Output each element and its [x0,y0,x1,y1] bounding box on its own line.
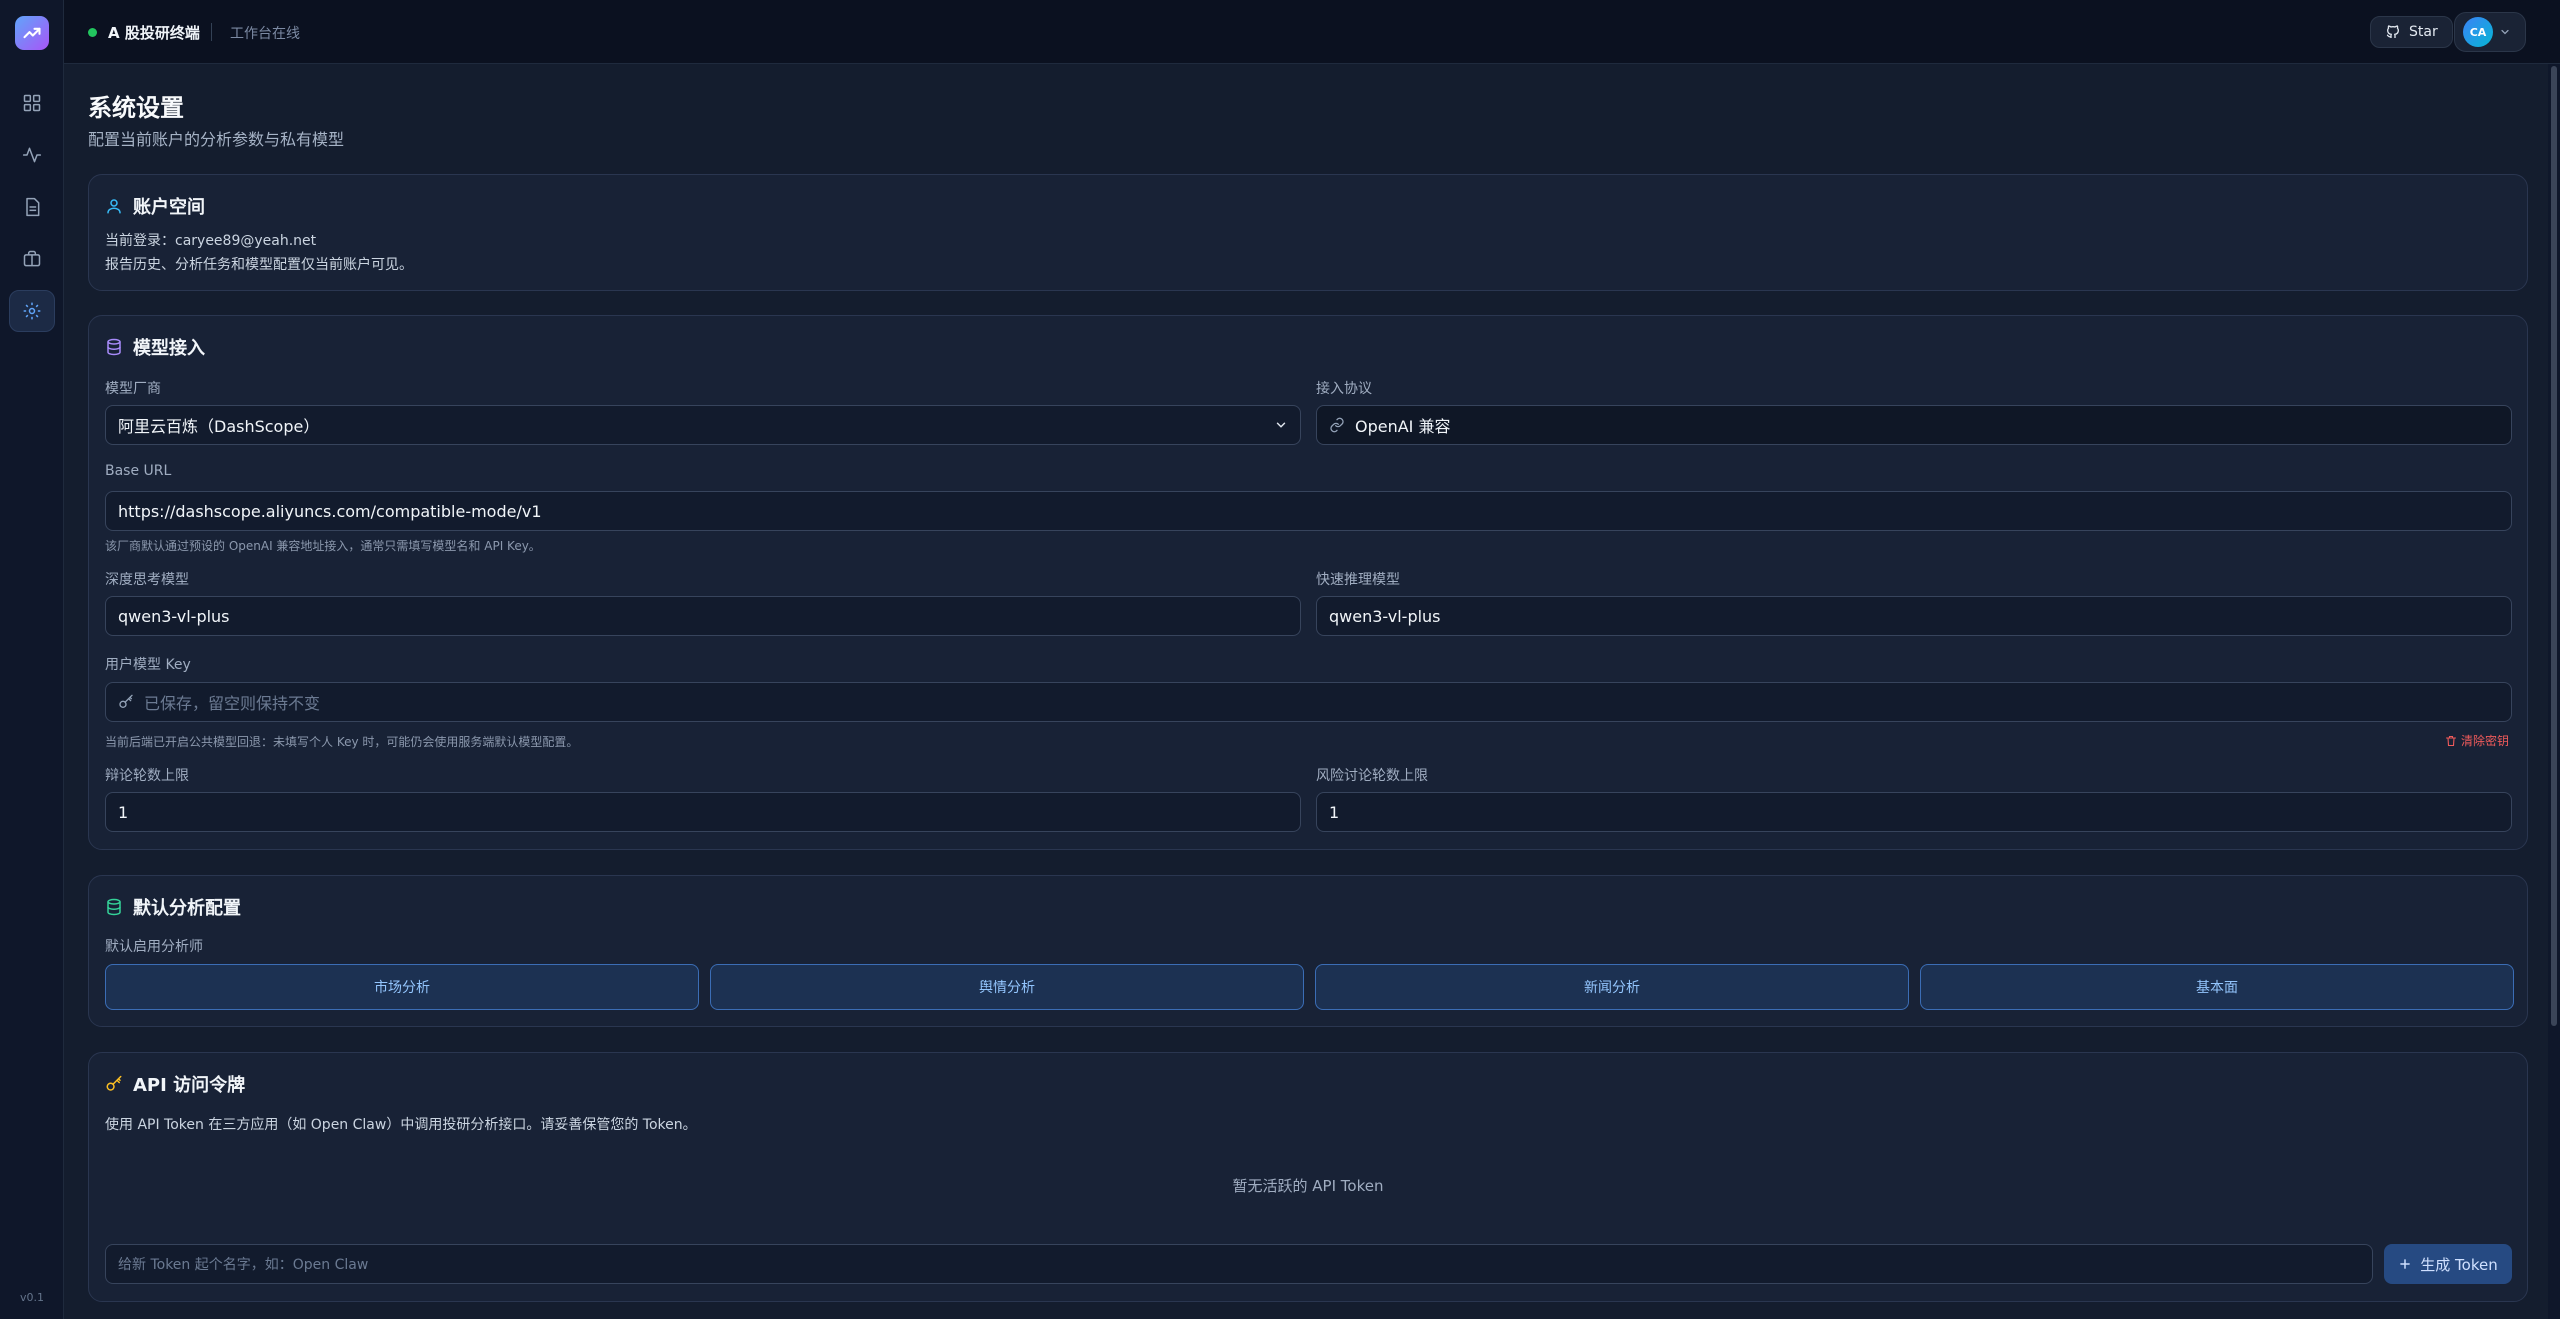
account-note: 报告历史、分析任务和模型配置仅当前账户可见。 [105,257,413,273]
workspace-status: 工作台在线 [230,26,300,42]
protocol-label: 接入协议 [1316,381,1372,397]
user-key-hint: 当前后端已开启公共模型回退：未填写个人 Key 时，可能仍会使用服务端默认模型配… [105,735,579,749]
online-status-dot [88,28,97,37]
risk-rounds-value: 1 [1329,802,1340,822]
base-url-input[interactable]: https://dashscope.aliyuncs.com/compatibl… [105,491,2512,531]
trending-up-icon [23,27,41,39]
dashboard-icon [23,94,41,112]
sidebar-item-portfolio[interactable] [9,238,55,280]
page-subtitle: 配置当前账户的分析参数与私有模型 [88,130,345,149]
analyst-toggle-sentiment[interactable]: 舆情分析 [710,964,1304,1010]
account-card: 账户空间 当前登录：caryee89@yeah.net 报告历史、分析任务和模型… [88,174,2528,291]
avatar: CA [2463,17,2493,47]
analysts-label: 默认启用分析师 [105,939,203,955]
clear-key-button[interactable]: 清除密钥 [2445,732,2509,749]
user-key-placeholder: 已保存，留空则保持不变 [144,694,321,713]
debate-rounds-input[interactable]: 1 [105,792,1301,832]
clear-key-label: 清除密钥 [2461,734,2510,748]
account-card-title: 账户空间 [133,197,205,218]
base-url-value: https://dashscope.aliyuncs.com/compatibl… [118,501,542,521]
briefcase-icon [23,250,41,267]
api-token-empty: 暂无活跃的 API Token [1232,1177,1384,1195]
analyst-toggle-fundamentals[interactable]: 基本面 [1920,964,2514,1010]
account-card-header: 账户空间 [105,193,205,219]
github-icon [2386,25,2399,38]
quick-model-value: qwen3-vl-plus [1329,606,1441,626]
risk-rounds-label: 风险讨论轮数上限 [1316,768,1428,784]
model-card-title: 模型接入 [133,338,205,359]
app-version: v0.1 [19,1291,44,1304]
key-icon [106,1075,122,1091]
user-menu-button[interactable]: CA [2454,12,2526,52]
api-token-header: API 访问令牌 [105,1071,245,1097]
sidebar-item-activity[interactable] [9,134,55,176]
document-icon [26,197,40,217]
generate-token-button[interactable]: 生成 Token [2384,1244,2512,1284]
protocol-value: OpenAI 兼容 [1355,417,1451,436]
vendor-label: 模型厂商 [105,381,161,397]
token-name-input[interactable]: 给新 Token 起个名字，如：Open Claw [105,1244,2373,1284]
token-name-placeholder: 给新 Token 起个名字，如：Open Claw [118,1257,369,1273]
generate-token-label: 生成 Token [2420,1255,2498,1274]
database-icon [107,338,121,356]
model-card: 模型接入 模型厂商 阿里云百炼（DashScope） 接入协议 OpenAI 兼… [88,315,2528,850]
plus-icon [2400,1259,2411,1269]
user-key-input[interactable]: 已保存，留空则保持不变 [105,682,2512,722]
base-url-hint: 该厂商默认通过预设的 OpenAI 兼容地址接入，通常只需填写模型名和 API … [105,539,541,553]
vendor-value: 阿里云百炼（DashScope） [118,417,320,436]
app-logo[interactable] [15,16,49,50]
page-title: 系统设置 [88,94,184,122]
activity-icon [22,147,42,163]
chevron-down-icon [2501,29,2509,35]
default-analysis-card: 默认分析配置 默认启用分析师 市场分析 舆情分析 新闻分析 基本面 [88,875,2528,1027]
deep-model-label: 深度思考模型 [105,572,189,588]
api-token-title: API 访问令牌 [133,1075,246,1096]
default-analysis-title: 默认分析配置 [133,898,241,919]
deep-model-input[interactable]: qwen3-vl-plus [105,596,1301,636]
model-card-header: 模型接入 [105,334,205,360]
risk-rounds-input[interactable]: 1 [1316,792,2512,832]
trash-icon [2445,735,2457,746]
top-bar: A 股投研终端 工作台在线 Star CA [64,0,2560,64]
analyst-toggle-market[interactable]: 市场分析 [105,964,699,1010]
base-url-label: Base URL [105,463,172,479]
sidebar-item-dashboard[interactable] [9,82,55,124]
vendor-select[interactable]: 阿里云百炼（DashScope） [105,405,1301,445]
user-icon [107,199,121,214]
sidebar-item-settings[interactable] [9,290,55,332]
divider [211,23,212,41]
deep-model-value: qwen3-vl-plus [118,606,230,626]
star-label: Star [2409,24,2438,40]
settings-icon [23,302,41,320]
api-token-description: 使用 API Token 在三方应用（如 Open Claw）中调用投研分析接口… [105,1117,697,1133]
protocol-display: OpenAI 兼容 [1316,405,2512,445]
sidebar: v0.1 [0,0,64,1319]
link-icon [1330,417,1344,433]
analyst-toggle-news[interactable]: 新闻分析 [1315,964,1909,1010]
github-star-button[interactable]: Star [2370,16,2453,48]
chevron-down-icon [1276,422,1286,428]
default-analysis-header: 默认分析配置 [105,894,241,920]
sidebar-item-reports[interactable] [9,186,55,228]
quick-model-input[interactable]: qwen3-vl-plus [1316,596,2512,636]
debate-rounds-label: 辩论轮数上限 [105,768,189,784]
current-login: 当前登录：caryee89@yeah.net [105,233,317,249]
api-token-card: API 访问令牌 使用 API Token 在三方应用（如 Open Claw）… [88,1052,2528,1302]
page-scrollbar-thumb[interactable] [2551,66,2557,1026]
key-icon [119,694,133,708]
database-icon [107,898,121,916]
debate-rounds-value: 1 [118,802,129,822]
user-key-label: 用户模型 Key [105,657,191,673]
brand-title: A 股投研终端 [108,24,200,42]
quick-model-label: 快速推理模型 [1316,572,1400,588]
